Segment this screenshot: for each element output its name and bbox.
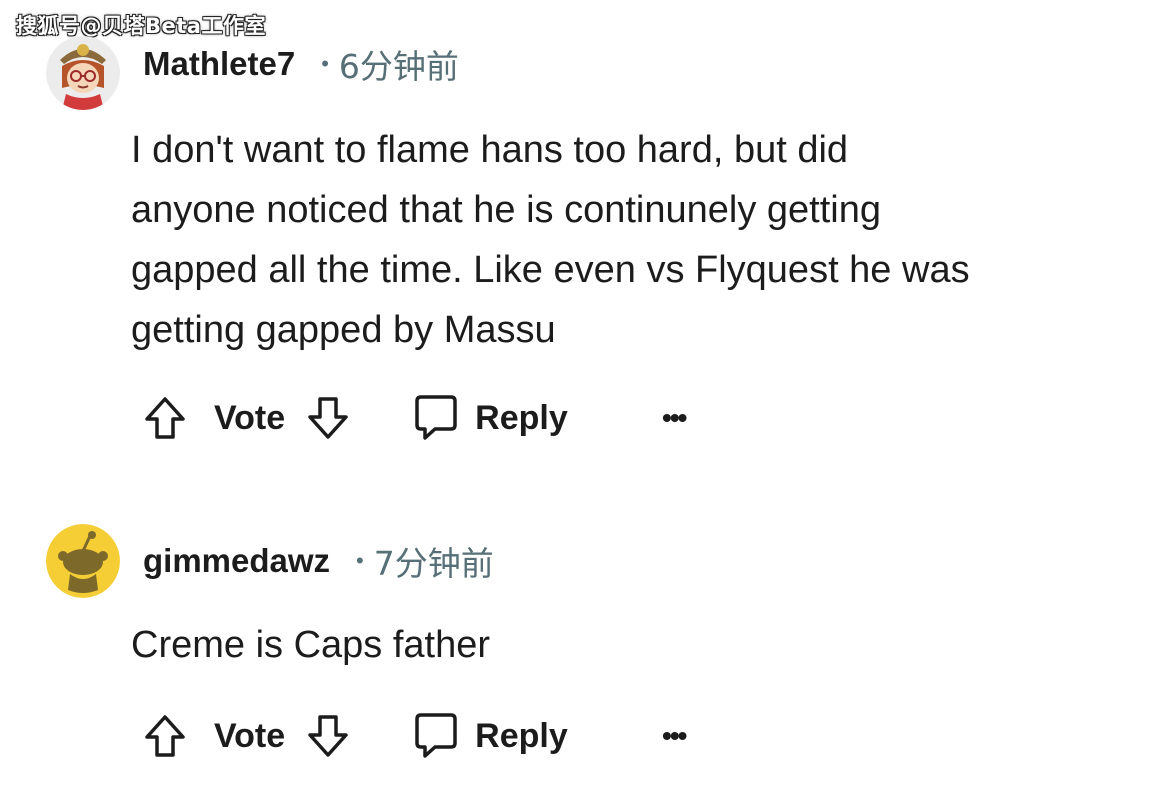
comment-actions: Vote Reply ••• [140, 706, 694, 766]
comment-body: I don't want to flame hans too hard, but… [131, 120, 1121, 360]
comment-line: getting gapped by Massu [131, 309, 556, 351]
username[interactable]: Mathlete7 [143, 45, 295, 83]
reply-label: Reply [475, 398, 568, 437]
comment-meta: Mathlete7 • 6分钟前 [143, 44, 459, 86]
user-avatar[interactable] [46, 36, 120, 110]
snoo-avatar-icon [46, 36, 120, 110]
default-snoo-icon [46, 524, 120, 598]
timestamp: 6分钟前 [338, 47, 459, 86]
comment-line: I don't want to flame hans too hard, but… [131, 129, 849, 171]
watermark: 搜狐号@贝塔Beta工作室 [16, 14, 266, 38]
vote-label: Vote [214, 398, 286, 437]
separator-dot: • [356, 548, 364, 573]
downvote-icon[interactable] [303, 711, 353, 761]
reply-bubble-icon [411, 393, 461, 443]
comment-actions: Vote Reply ••• [140, 388, 694, 448]
vote-label: Vote [214, 716, 286, 755]
separator-dot: • [321, 51, 329, 76]
upvote-icon[interactable] [140, 393, 190, 443]
reply-button[interactable]: Reply [411, 393, 568, 443]
more-options-button[interactable]: ••• [654, 402, 694, 434]
reply-label: Reply [475, 716, 568, 755]
more-options-button[interactable]: ••• [654, 720, 694, 752]
username[interactable]: gimmedawz [143, 542, 330, 580]
reply-bubble-icon [411, 711, 461, 761]
comment-body: Creme is Caps father [131, 615, 1121, 675]
reply-button[interactable]: Reply [411, 711, 568, 761]
comment-meta: gimmedawz • 7分钟前 [143, 541, 494, 583]
comment-line: gapped all the time. Like even vs Flyque… [131, 249, 970, 291]
comment-line: anyone noticed that he is continunely ge… [131, 189, 881, 231]
user-avatar[interactable] [46, 524, 120, 598]
downvote-icon[interactable] [303, 393, 353, 443]
timestamp: 7分钟前 [373, 544, 494, 583]
upvote-icon[interactable] [140, 711, 190, 761]
comment-line: Creme is Caps father [131, 624, 491, 666]
